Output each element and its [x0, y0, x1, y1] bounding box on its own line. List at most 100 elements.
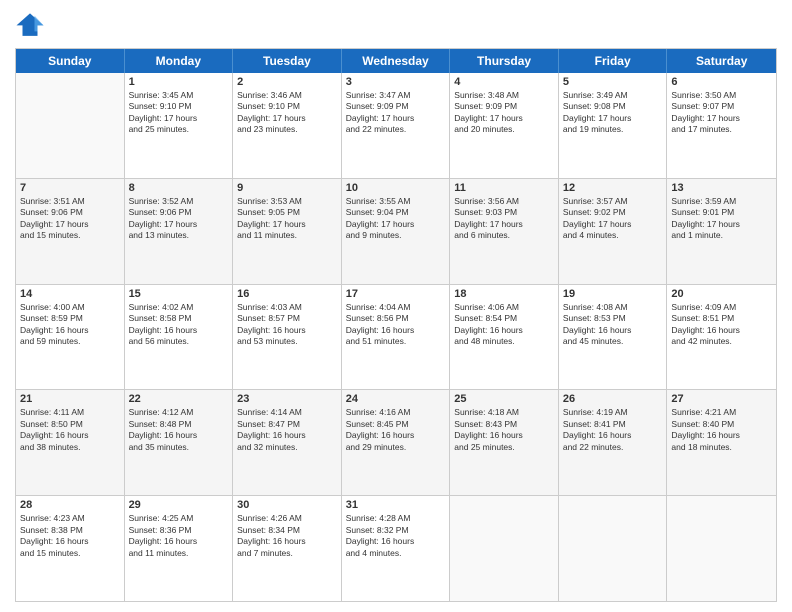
day-cell-27: 27 Sunrise: 4:21 AM Sunset: 8:40 PM Dayli… — [667, 390, 776, 495]
day-cell-10: 10 Sunrise: 3:55 AM Sunset: 9:04 PM Dayli… — [342, 179, 451, 284]
day-cell-24: 24 Sunrise: 4:16 AM Sunset: 8:45 PM Dayli… — [342, 390, 451, 495]
empty-cell — [559, 496, 668, 601]
day-cell-23: 23 Sunrise: 4:14 AM Sunset: 8:47 PM Dayli… — [233, 390, 342, 495]
day-info: Sunrise: 3:45 AM Sunset: 9:10 PM Dayligh… — [129, 90, 229, 136]
header-day-saturday: Saturday — [667, 49, 776, 73]
day-cell-1: 1 Sunrise: 3:45 AM Sunset: 9:10 PM Daylig… — [125, 73, 234, 178]
page: SundayMondayTuesdayWednesdayThursdayFrid… — [0, 0, 792, 612]
calendar-row-5: 28 Sunrise: 4:23 AM Sunset: 8:38 PM Dayli… — [16, 496, 776, 601]
day-number: 31 — [346, 499, 446, 511]
empty-cell — [450, 496, 559, 601]
day-number: 9 — [237, 182, 337, 194]
day-cell-25: 25 Sunrise: 4:18 AM Sunset: 8:43 PM Dayli… — [450, 390, 559, 495]
day-info: Sunrise: 3:57 AM Sunset: 9:02 PM Dayligh… — [563, 196, 663, 242]
header-day-tuesday: Tuesday — [233, 49, 342, 73]
day-cell-2: 2Sunrise: 3:46 AM Sunset: 9:10 PM Daylig… — [233, 73, 342, 178]
day-number: 10 — [346, 182, 446, 194]
day-number: 7 — [20, 182, 120, 194]
day-cell-15: 15 Sunrise: 4:02 AM Sunset: 8:58 PM Dayli… — [125, 285, 234, 390]
day-info: Sunrise: 3:50 AM Sunset: 9:07 PM Dayligh… — [671, 90, 772, 136]
header-day-friday: Friday — [559, 49, 668, 73]
header-day-sunday: Sunday — [16, 49, 125, 73]
day-info: Sunrise: 4:08 AM Sunset: 8:53 PM Dayligh… — [563, 302, 663, 348]
day-cell-9: 9 Sunrise: 3:53 AM Sunset: 9:05 PM Daylig… — [233, 179, 342, 284]
logo — [15, 10, 49, 40]
day-number: 8 — [129, 182, 229, 194]
day-cell-30: 30 Sunrise: 4:26 AM Sunset: 8:34 PM Dayli… — [233, 496, 342, 601]
day-info: Sunrise: 3:51 AM Sunset: 9:06 PM Dayligh… — [20, 196, 120, 242]
day-cell-11: 11 Sunrise: 3:56 AM Sunset: 9:03 PM Dayli… — [450, 179, 559, 284]
empty-cell — [667, 496, 776, 601]
day-info: Sunrise: 4:25 AM Sunset: 8:36 PM Dayligh… — [129, 513, 229, 559]
day-info: Sunrise: 4:16 AM Sunset: 8:45 PM Dayligh… — [346, 407, 446, 453]
day-number: 14 — [20, 288, 120, 300]
day-number: 29 — [129, 499, 229, 511]
day-cell-31: 31 Sunrise: 4:28 AM Sunset: 8:32 PM Dayli… — [342, 496, 451, 601]
day-number: 20 — [671, 288, 772, 300]
day-number: 26 — [563, 393, 663, 405]
day-info: Sunrise: 4:23 AM Sunset: 8:38 PM Dayligh… — [20, 513, 120, 559]
calendar-row-2: 7 Sunrise: 3:51 AM Sunset: 9:06 PM Daylig… — [16, 179, 776, 285]
day-cell-20: 20 Sunrise: 4:09 AM Sunset: 8:51 PM Dayli… — [667, 285, 776, 390]
day-info: Sunrise: 3:55 AM Sunset: 9:04 PM Dayligh… — [346, 196, 446, 242]
day-number: 27 — [671, 393, 772, 405]
day-cell-4: 4Sunrise: 3:48 AM Sunset: 9:09 PM Daylig… — [450, 73, 559, 178]
day-cell-21: 21Sunrise: 4:11 AM Sunset: 8:50 PM Dayli… — [16, 390, 125, 495]
calendar-row-3: 14 Sunrise: 4:00 AM Sunset: 8:59 PM Dayli… — [16, 285, 776, 391]
day-info: Sunrise: 4:18 AM Sunset: 8:43 PM Dayligh… — [454, 407, 554, 453]
day-number: 11 — [454, 182, 554, 194]
day-number: 2 — [237, 76, 337, 88]
day-info: Sunrise: 4:28 AM Sunset: 8:32 PM Dayligh… — [346, 513, 446, 559]
header-day-wednesday: Wednesday — [342, 49, 451, 73]
day-number: 23 — [237, 393, 337, 405]
day-info: Sunrise: 3:47 AM Sunset: 9:09 PM Dayligh… — [346, 90, 446, 136]
calendar: SundayMondayTuesdayWednesdayThursdayFrid… — [15, 48, 777, 602]
day-info: Sunrise: 3:49 AM Sunset: 9:08 PM Dayligh… — [563, 90, 663, 136]
day-cell-16: 16 Sunrise: 4:03 AM Sunset: 8:57 PM Dayli… — [233, 285, 342, 390]
day-number: 28 — [20, 499, 120, 511]
day-info: Sunrise: 4:06 AM Sunset: 8:54 PM Dayligh… — [454, 302, 554, 348]
day-info: Sunrise: 4:02 AM Sunset: 8:58 PM Dayligh… — [129, 302, 229, 348]
day-info: Sunrise: 4:21 AM Sunset: 8:40 PM Dayligh… — [671, 407, 772, 453]
day-cell-12: 12 Sunrise: 3:57 AM Sunset: 9:02 PM Dayli… — [559, 179, 668, 284]
day-info: Sunrise: 3:59 AM Sunset: 9:01 PM Dayligh… — [671, 196, 772, 242]
day-cell-26: 26 Sunrise: 4:19 AM Sunset: 8:41 PM Dayli… — [559, 390, 668, 495]
day-info: Sunrise: 4:26 AM Sunset: 8:34 PM Dayligh… — [237, 513, 337, 559]
day-number: 15 — [129, 288, 229, 300]
day-cell-19: 19 Sunrise: 4:08 AM Sunset: 8:53 PM Dayli… — [559, 285, 668, 390]
day-cell-7: 7 Sunrise: 3:51 AM Sunset: 9:06 PM Daylig… — [16, 179, 125, 284]
day-number: 18 — [454, 288, 554, 300]
day-cell-14: 14 Sunrise: 4:00 AM Sunset: 8:59 PM Dayli… — [16, 285, 125, 390]
day-cell-18: 18 Sunrise: 4:06 AM Sunset: 8:54 PM Dayli… — [450, 285, 559, 390]
day-number: 5 — [563, 76, 663, 88]
calendar-row-1: 1 Sunrise: 3:45 AM Sunset: 9:10 PM Daylig… — [16, 73, 776, 179]
calendar-header: SundayMondayTuesdayWednesdayThursdayFrid… — [16, 49, 776, 73]
day-info: Sunrise: 4:09 AM Sunset: 8:51 PM Dayligh… — [671, 302, 772, 348]
day-number: 12 — [563, 182, 663, 194]
header — [15, 10, 777, 40]
day-number: 1 — [129, 76, 229, 88]
day-number: 3 — [346, 76, 446, 88]
day-info: Sunrise: 3:48 AM Sunset: 9:09 PM Dayligh… — [454, 90, 554, 136]
day-number: 6 — [671, 76, 772, 88]
day-number: 24 — [346, 393, 446, 405]
day-number: 30 — [237, 499, 337, 511]
day-number: 25 — [454, 393, 554, 405]
day-info: Sunrise: 3:56 AM Sunset: 9:03 PM Dayligh… — [454, 196, 554, 242]
day-cell-5: 5 Sunrise: 3:49 AM Sunset: 9:08 PM Daylig… — [559, 73, 668, 178]
day-number: 16 — [237, 288, 337, 300]
day-info: Sunrise: 4:14 AM Sunset: 8:47 PM Dayligh… — [237, 407, 337, 453]
day-info: Sunrise: 4:04 AM Sunset: 8:56 PM Dayligh… — [346, 302, 446, 348]
day-info: Sunrise: 4:03 AM Sunset: 8:57 PM Dayligh… — [237, 302, 337, 348]
empty-cell — [16, 73, 125, 178]
day-number: 13 — [671, 182, 772, 194]
day-info: Sunrise: 4:12 AM Sunset: 8:48 PM Dayligh… — [129, 407, 229, 453]
day-info: Sunrise: 4:19 AM Sunset: 8:41 PM Dayligh… — [563, 407, 663, 453]
day-info: Sunrise: 4:00 AM Sunset: 8:59 PM Dayligh… — [20, 302, 120, 348]
day-number: 17 — [346, 288, 446, 300]
day-cell-13: 13 Sunrise: 3:59 AM Sunset: 9:01 PM Dayli… — [667, 179, 776, 284]
header-day-thursday: Thursday — [450, 49, 559, 73]
day-number: 19 — [563, 288, 663, 300]
day-cell-8: 8Sunrise: 3:52 AM Sunset: 9:06 PM Daylig… — [125, 179, 234, 284]
day-info: Sunrise: 3:53 AM Sunset: 9:05 PM Dayligh… — [237, 196, 337, 242]
